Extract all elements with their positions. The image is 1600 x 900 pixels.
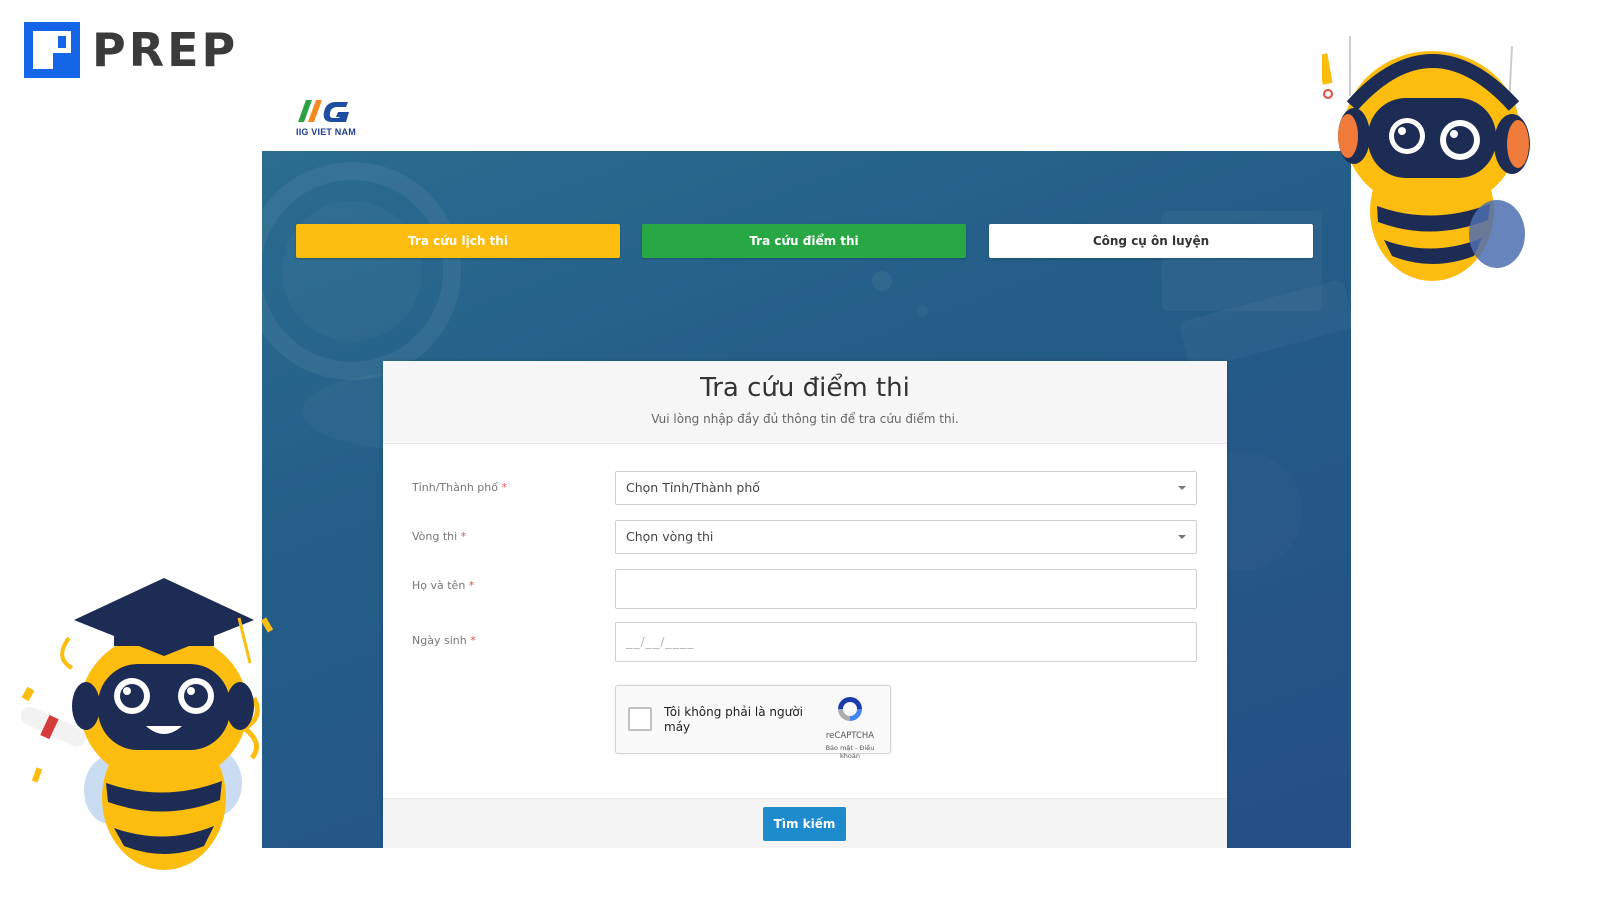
search-button[interactable]: Tìm kiếm bbox=[763, 807, 846, 841]
card-header: Tra cứu điểm thi Vui lòng nhập đầy đủ th… bbox=[383, 361, 1227, 444]
round-select-value: Chọn vòng thi bbox=[626, 529, 714, 544]
province-select-value: Chọn Tỉnh/Thành phố bbox=[626, 480, 760, 495]
round-label: Vòng thi * bbox=[412, 530, 466, 543]
bee-mascot-headphones bbox=[1322, 36, 1530, 281]
dob-placeholder: __/__/____ bbox=[626, 634, 695, 649]
recaptcha-brand: reCAPTCHA bbox=[825, 731, 875, 741]
required-mark: * bbox=[470, 634, 476, 647]
fullname-label-text: Họ và tên bbox=[412, 579, 466, 592]
dob-label: Ngày sinh * bbox=[412, 634, 476, 647]
prep-logo[interactable]: PREP bbox=[22, 20, 238, 80]
round-label-text: Vòng thi bbox=[412, 530, 458, 543]
page-title: Tra cứu điểm thi bbox=[700, 373, 910, 403]
prep-logo-icon bbox=[24, 22, 80, 78]
fullname-label: Họ và tên * bbox=[412, 579, 474, 592]
main-panel: Tra cứu lịch thi Tra cứu điểm thi Công c… bbox=[262, 151, 1351, 848]
card-footer: Tìm kiếm bbox=[383, 798, 1227, 848]
recaptcha-terms-link[interactable]: Bảo mật - Điều khoản bbox=[820, 744, 880, 760]
fullname-input[interactable] bbox=[615, 569, 1197, 609]
chevron-down-icon bbox=[1178, 486, 1186, 490]
province-label: Tỉnh/Thành phố * bbox=[412, 481, 507, 494]
tab-cong-cu-on-luyen[interactable]: Công cụ ôn luyện bbox=[989, 224, 1313, 258]
required-mark: * bbox=[501, 481, 507, 494]
page-subtitle: Vui lòng nhập đầy đủ thông tin để tra cứ… bbox=[651, 412, 959, 426]
prep-logo-text: PREP bbox=[92, 23, 239, 77]
recaptcha-checkbox[interactable] bbox=[628, 707, 652, 731]
province-select[interactable]: Chọn Tỉnh/Thành phố bbox=[615, 471, 1197, 505]
chevron-down-icon bbox=[1178, 535, 1186, 539]
iig-logo-icon bbox=[298, 100, 349, 122]
iig-logo-text: IIG VIET NAM bbox=[296, 127, 356, 137]
recaptcha-logo: reCAPTCHA Bảo mật - Điều khoản bbox=[820, 694, 880, 760]
required-mark: * bbox=[460, 530, 467, 543]
dob-input[interactable]: __/__/____ bbox=[615, 622, 1197, 662]
required-mark: * bbox=[468, 579, 475, 592]
round-select[interactable]: Chọn vòng thi bbox=[615, 520, 1197, 554]
recaptcha-icon bbox=[838, 697, 862, 721]
iig-logo[interactable]: IIG VIET NAM bbox=[296, 96, 376, 137]
bee-mascot-graduate bbox=[20, 578, 274, 870]
dob-label-text: Ngày sinh bbox=[412, 634, 467, 647]
province-label-text: Tỉnh/Thành phố bbox=[412, 481, 498, 494]
recaptcha-widget: Tôi không phải là người máy reCAPTCHA Bả… bbox=[615, 685, 891, 760]
recaptcha-label: Tôi không phải là người máy bbox=[664, 705, 803, 734]
tab-tra-cuu-diem-thi[interactable]: Tra cứu điểm thi bbox=[642, 224, 966, 258]
score-lookup-card: Tra cứu điểm thi Vui lòng nhập đầy đủ th… bbox=[383, 361, 1227, 848]
tab-tra-cuu-lich-thi[interactable]: Tra cứu lịch thi bbox=[296, 224, 620, 258]
